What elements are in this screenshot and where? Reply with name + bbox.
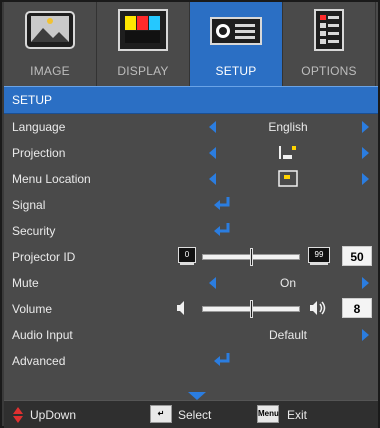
arrow-right-icon[interactable] [362, 329, 369, 341]
setup-icon [210, 17, 262, 45]
tab-bar: IMAGE DISPLAY SETUP OPTIONS [4, 2, 378, 86]
tab-setup[interactable]: SETUP [190, 2, 283, 86]
slider-min-label: 0 [178, 247, 196, 265]
scroll-down-icon[interactable] [188, 392, 206, 400]
menu-item-signal[interactable]: Signal [4, 192, 378, 218]
menu-item-advanced[interactable]: Advanced [4, 348, 378, 374]
tab-label: OPTIONS [301, 64, 357, 78]
slider-knob[interactable] [250, 248, 253, 266]
slider-max-label: 99 [308, 247, 330, 265]
mute-value: On [279, 276, 296, 290]
display-icon [118, 9, 168, 51]
arrow-left-icon[interactable] [209, 173, 216, 185]
options-icon [314, 9, 344, 51]
menu-item-label: Advanced [12, 354, 66, 368]
tab-image[interactable]: IMAGE [4, 2, 97, 86]
projection-front-icon [279, 146, 296, 159]
enter-key-icon: ↵ [150, 405, 172, 423]
menu-list: Language English Projection Menu Locatio… [4, 114, 378, 400]
arrow-right-icon[interactable] [362, 277, 369, 289]
enter-icon[interactable] [213, 352, 231, 368]
tab-label: IMAGE [30, 64, 70, 78]
arrow-left-icon[interactable] [209, 121, 216, 133]
menu-item-security[interactable]: Security [4, 218, 378, 244]
menu-item-menu-location[interactable]: Menu Location [4, 166, 378, 192]
arrow-right-icon[interactable] [362, 173, 369, 185]
footer-hints: UpDown ↵ Select Menu Exit [4, 400, 378, 428]
menu-item-label: Projector ID [12, 250, 76, 264]
section-title: SETUP [12, 93, 53, 107]
menu-item-label: Language [12, 120, 66, 134]
menu-item-audio-input[interactable]: Audio Input Default [4, 322, 378, 348]
tab-options[interactable]: OPTIONS [283, 2, 376, 86]
menu-item-label: Security [12, 224, 56, 238]
tab-label: SETUP [215, 64, 257, 78]
menu-item-label: Mute [12, 276, 39, 290]
updown-icon [13, 407, 23, 423]
menu-item-label: Signal [12, 198, 46, 212]
menu-item-projection[interactable]: Projection [4, 140, 378, 166]
speaker-low-icon [177, 301, 184, 315]
menu-item-mute[interactable]: Mute On [4, 270, 378, 296]
menu-key-icon: Menu [257, 405, 279, 423]
section-header: SETUP [4, 86, 378, 114]
select-hint: Select [178, 408, 212, 422]
volume-value: 8 [342, 298, 372, 318]
slider-knob[interactable] [250, 300, 253, 318]
enter-icon[interactable] [213, 196, 231, 212]
osd-menu: IMAGE DISPLAY SETUP OPTIONS SETUP Langua… [0, 0, 380, 428]
audio-input-value: Default [268, 328, 308, 342]
speaker-high-icon [310, 301, 326, 315]
menu-item-language[interactable]: Language English [4, 114, 378, 140]
tab-label: DISPLAY [117, 64, 169, 78]
tab-display[interactable]: DISPLAY [97, 2, 190, 86]
arrow-right-icon[interactable] [362, 121, 369, 133]
enter-icon[interactable] [213, 222, 231, 238]
menu-item-projector-id[interactable]: Projector ID 0 99 50 [4, 244, 378, 270]
exit-hint: Exit [287, 408, 308, 422]
menu-item-label: Volume [12, 302, 53, 316]
menu-item-label: Audio Input [12, 328, 73, 342]
language-value: English [268, 120, 308, 134]
arrow-right-icon[interactable] [362, 147, 369, 159]
menu-item-volume[interactable]: Volume 8 [4, 296, 378, 322]
menu-item-label: Menu Location [12, 172, 91, 186]
projector-id-value: 50 [342, 246, 372, 266]
arrow-left-icon[interactable] [209, 277, 216, 289]
image-icon [25, 11, 75, 49]
arrow-left-icon[interactable] [209, 147, 216, 159]
menu-item-label: Projection [12, 146, 66, 160]
menu-location-center-icon [278, 170, 298, 187]
updown-hint: UpDown [30, 408, 77, 422]
